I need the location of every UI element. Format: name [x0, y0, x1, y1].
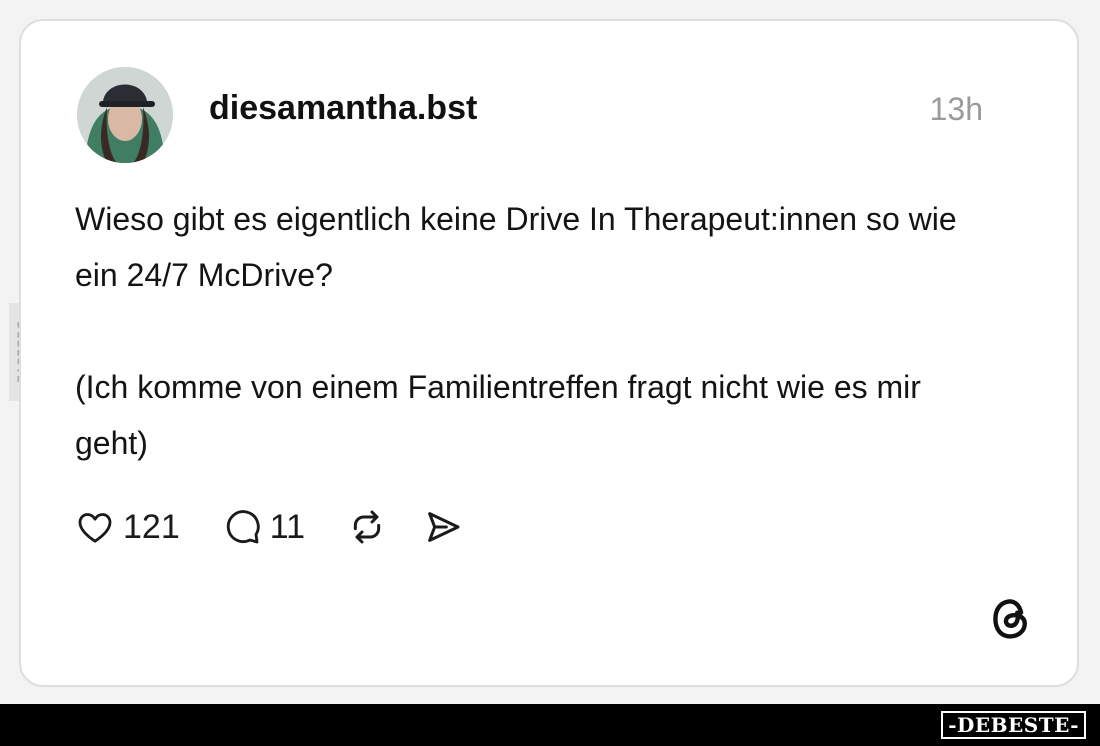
like-button[interactable]: 121	[75, 507, 180, 547]
bottom-bar: -DEBESTE-	[0, 704, 1100, 746]
avatar-image	[77, 67, 173, 163]
avatar[interactable]	[77, 67, 173, 163]
share-icon	[423, 507, 463, 547]
heart-icon	[75, 507, 115, 547]
post-text: Wieso gibt es eigentlich keine Drive In …	[75, 191, 975, 471]
repost-button[interactable]	[347, 507, 387, 547]
reply-count: 11	[269, 507, 306, 546]
comment-icon	[222, 507, 262, 547]
threads-logo-icon	[989, 595, 1033, 648]
post-timestamp: 13h	[929, 91, 983, 127]
repost-icon	[347, 507, 387, 547]
post-paragraph: Wieso gibt es eigentlich keine Drive In …	[75, 201, 957, 293]
username[interactable]: diesamantha.bst	[209, 89, 477, 128]
share-button[interactable]	[423, 507, 463, 547]
post-paragraph: (Ich komme von einem Familientreffen fra…	[75, 369, 921, 461]
like-count: 121	[123, 507, 180, 546]
action-bar: 121 11	[75, 505, 463, 549]
brand-watermark: -DEBESTE-	[941, 711, 1086, 739]
reply-button[interactable]: 11	[222, 507, 305, 547]
post-card: diesamantha.bst 13h Wieso gibt es eigent…	[19, 19, 1079, 687]
